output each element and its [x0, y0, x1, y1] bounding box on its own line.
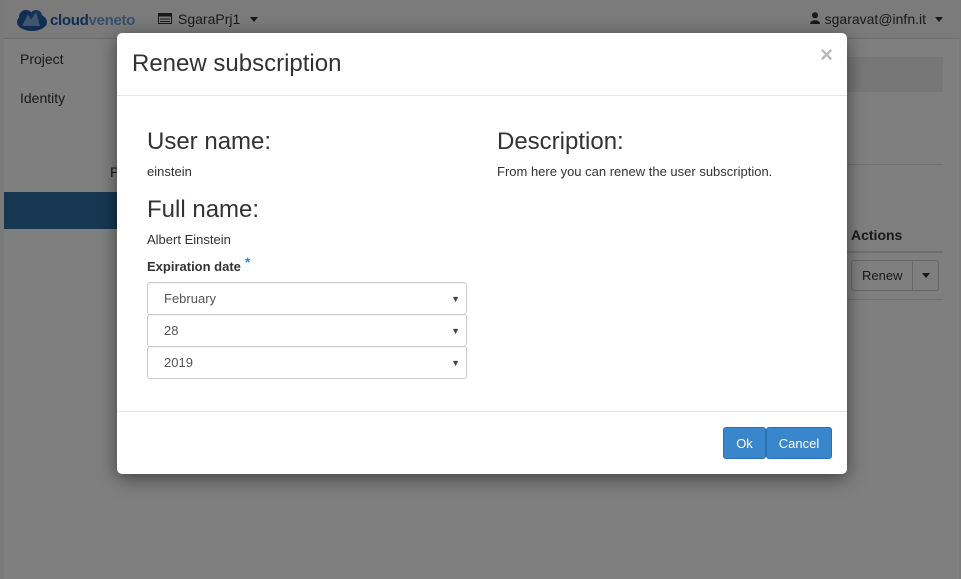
close-icon[interactable]: × — [820, 44, 833, 66]
dropdown-arrow-icon: ▼ — [451, 357, 460, 368]
full-name-value: Albert Einstein — [147, 232, 231, 247]
day-selected-value: 28 — [164, 323, 179, 338]
user-name-label: User name: — [147, 128, 272, 155]
required-mark: * — [244, 254, 251, 270]
modal-title: Renew subscription — [132, 50, 342, 77]
modal-footer: Ok Cancel — [117, 411, 847, 474]
dropdown-arrow-icon: ▼ — [451, 325, 460, 336]
description-column: Description: From here you can renew the… — [497, 128, 827, 179]
year-select[interactable]: 2019 ▼ — [147, 346, 467, 379]
month-selected-value: February — [164, 291, 217, 306]
expiration-date-text: Expiration date — [147, 259, 241, 274]
ok-button[interactable]: Ok — [723, 427, 766, 459]
day-select[interactable]: 28 ▼ — [147, 314, 467, 347]
year-selected-value: 2019 — [164, 355, 193, 370]
dropdown-arrow-icon: ▼ — [451, 293, 460, 304]
description-label: Description: — [497, 128, 624, 155]
window-edge-left — [0, 0, 4, 579]
user-name-value: einstein — [147, 164, 192, 179]
month-select[interactable]: February ▼ — [147, 282, 467, 315]
expiration-date-label: Expiration date * — [147, 254, 467, 275]
modal-header: Renew subscription × — [117, 33, 847, 96]
user-info-column: User name: einstein Full name: Albert Ei… — [147, 128, 467, 379]
full-name-label: Full name: — [147, 196, 260, 223]
cancel-button[interactable]: Cancel — [766, 427, 832, 459]
description-text: From here you can renew the user subscri… — [497, 164, 773, 179]
renew-subscription-dialog: Renew subscription × User name: einstein… — [117, 33, 847, 474]
